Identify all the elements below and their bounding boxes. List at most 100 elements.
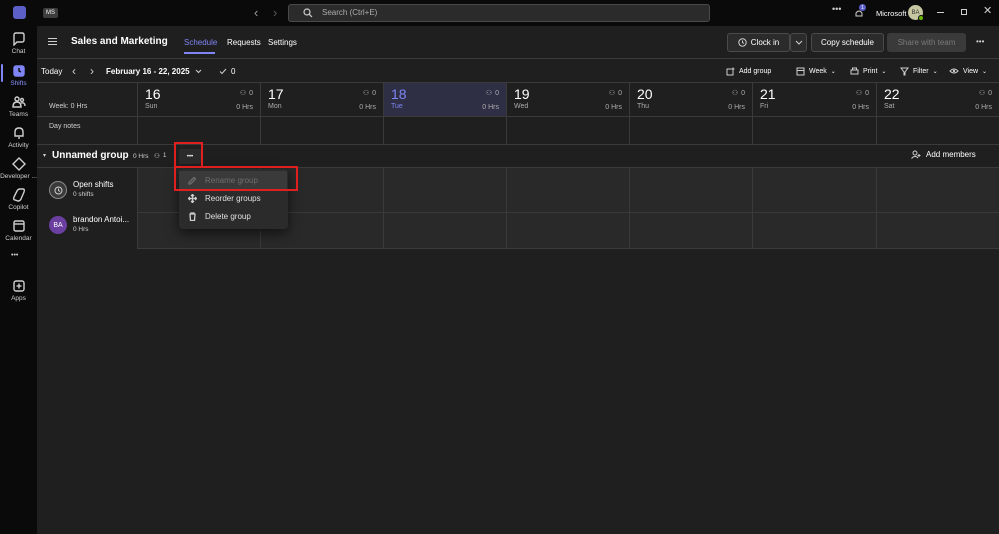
rail-more-button[interactable]: ••• [11, 252, 18, 259]
minimize-icon[interactable] [937, 12, 944, 13]
group-member-value: 1 [162, 152, 167, 159]
tab-settings[interactable]: Settings [268, 38, 297, 47]
open-shifts-name[interactable]: Open shifts [73, 180, 113, 189]
menu-item-delete-group[interactable]: Delete group [179, 207, 287, 225]
rail-item-activity[interactable]: Activity [0, 126, 37, 156]
checkmark-count[interactable]: 0 [219, 67, 235, 76]
day-count-value: 0 [865, 89, 869, 97]
member-shift-cell[interactable] [629, 212, 752, 248]
copilot-icon [12, 188, 25, 202]
rail-item-calendar[interactable]: Calendar [0, 219, 37, 249]
day-name: Fri [760, 103, 769, 110]
tab-schedule[interactable]: Schedule [184, 38, 217, 47]
people-icon: ⚇ [608, 90, 616, 97]
open-shift-cell[interactable] [629, 167, 752, 212]
day-count-value: 0 [988, 89, 992, 97]
day-count-value: 0 [495, 89, 499, 97]
back-arrow-icon[interactable]: ‹ [254, 5, 258, 20]
account-name[interactable]: Microsoft [876, 9, 906, 18]
menu-item-reorder-groups[interactable]: Reorder groups [179, 189, 287, 207]
day-name: Wed [514, 103, 529, 110]
trash-icon [189, 211, 196, 221]
search-input[interactable]: Search (Ctrl+E) [288, 4, 710, 22]
people-icon: ⚇ [855, 90, 863, 97]
view-dropdown[interactable]: View ⌄ [949, 67, 987, 75]
day-header-sat[interactable]: 22 Sat ⚇ 0 0 Hrs [876, 83, 999, 117]
day-member-count: ⚇ 0 [608, 89, 622, 98]
print-dropdown[interactable]: Print ⌄ [850, 67, 886, 76]
clock-in-button[interactable]: Clock in [727, 33, 790, 52]
calendar-icon [12, 220, 25, 232]
member-avatar[interactable]: BA [49, 216, 67, 234]
people-icon: ⚇ [978, 90, 986, 97]
rail-item-copilot[interactable]: Copilot [0, 188, 37, 218]
org-badge[interactable]: MS [43, 8, 58, 18]
day-count-value: 0 [618, 89, 622, 97]
people-icon: ⚇ [485, 90, 493, 97]
search-placeholder: Search (Ctrl+E) [322, 8, 378, 17]
member-shift-cell[interactable] [383, 212, 506, 248]
member-shift-cell[interactable] [506, 212, 629, 248]
clock-in-dropdown[interactable] [790, 33, 807, 52]
more-options-icon[interactable]: ••• [832, 4, 841, 14]
share-with-team-button[interactable]: Share with team [887, 33, 966, 52]
copy-schedule-button[interactable]: Copy schedule [811, 33, 884, 52]
chat-icon [12, 32, 25, 46]
filter-dropdown[interactable]: Filter ⌄ [900, 67, 938, 76]
header-more-icon[interactable]: ••• [976, 37, 984, 46]
grid-bottom-border [137, 248, 999, 249]
rail-label: Calendar [5, 235, 32, 242]
calendar-icon [796, 67, 805, 76]
day-number: 17 [268, 86, 284, 102]
chevron-down-icon: ⌄ [830, 69, 836, 75]
date-range-picker[interactable]: February 16 - 22, 2025 [106, 67, 202, 76]
open-shifts-avatar [49, 181, 67, 199]
presence-dot-icon [918, 15, 924, 21]
forward-arrow-icon[interactable]: › [273, 5, 277, 20]
day-header-thu[interactable]: 20 Thu ⚇ 0 0 Hrs [629, 83, 752, 117]
member-shift-cell[interactable] [752, 212, 876, 248]
day-count-value: 0 [249, 89, 253, 97]
toolbar-divider [37, 58, 999, 59]
add-group-button[interactable]: Add group [726, 67, 771, 76]
hamburger-menu-icon[interactable] [48, 38, 57, 45]
open-shift-cell[interactable] [876, 167, 999, 212]
add-group-label: Add group [739, 68, 772, 75]
close-icon[interactable]: ✕ [983, 4, 992, 17]
next-week-icon[interactable]: › [90, 64, 94, 78]
menu-item-label: Delete group [205, 211, 251, 221]
tab-requests[interactable]: Requests [227, 38, 261, 47]
rail-label: Shifts [10, 80, 27, 87]
maximize-icon[interactable] [961, 9, 967, 15]
print-icon [850, 67, 859, 75]
member-name[interactable]: brandon Antoi... [73, 215, 129, 224]
clock-in-label: Clock in [750, 38, 780, 47]
day-name: Tue [391, 103, 403, 110]
teams-logo-icon[interactable] [13, 6, 26, 19]
notifications-icon[interactable]: 1 [854, 4, 866, 17]
member-shift-cell[interactable] [876, 212, 999, 248]
prev-week-icon[interactable]: ‹ [72, 64, 76, 78]
week-label: Week [809, 68, 827, 75]
collapse-group-icon[interactable]: ▾ [43, 152, 46, 159]
day-header-tue[interactable]: 18 Tue ⚇ 0 0 Hrs [383, 83, 506, 117]
rail-item-developer[interactable]: Developer ... [0, 157, 37, 187]
rail-label: Teams [8, 111, 29, 118]
day-header-wed[interactable]: 19 Wed ⚇ 0 0 Hrs [506, 83, 629, 117]
open-shift-cell[interactable] [506, 167, 629, 212]
group-name: Unnamed group [52, 150, 129, 161]
day-header-fri[interactable]: 21 Fri ⚇ 0 0 Hrs [752, 83, 876, 117]
add-members-button[interactable]: Add members [911, 150, 976, 159]
rail-item-apps[interactable]: Apps [0, 279, 37, 309]
open-shift-cell[interactable] [752, 167, 876, 212]
rail-item-chat[interactable]: Chat [0, 32, 37, 62]
rail-item-shifts[interactable]: Shifts [0, 64, 37, 94]
today-button[interactable]: Today [41, 67, 62, 76]
rail-label: Apps [11, 295, 26, 302]
day-notes-cells[interactable] [137, 117, 999, 144]
day-header-mon[interactable]: 17 Mon ⚇ 0 0 Hrs [260, 83, 383, 117]
open-shift-cell[interactable] [383, 167, 506, 212]
day-header-sun[interactable]: 16 Sun ⚇ 0 0 Hrs [137, 83, 260, 117]
rail-item-teams[interactable]: Teams [0, 95, 37, 125]
week-dropdown[interactable]: Week ⌄ [796, 67, 836, 76]
